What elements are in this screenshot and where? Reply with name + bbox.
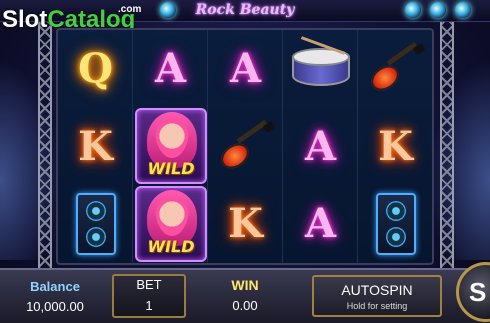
symbol-a: A	[283, 185, 358, 263]
symbol-a-letter: A	[304, 123, 337, 170]
drum-symbol	[290, 36, 352, 94]
guitar-body	[215, 138, 254, 174]
guitar-body	[365, 60, 404, 96]
wild-label: WILD	[147, 159, 195, 178]
guitar-icon	[208, 108, 283, 186]
spotlight-icon	[430, 2, 446, 18]
reel-2: A WILD WILD	[133, 30, 208, 263]
wild-label: WILD	[147, 237, 195, 256]
symbol-a: A	[208, 30, 283, 108]
spin-label: S	[469, 277, 487, 307]
logo-suffix: .com	[118, 4, 142, 15]
symbol-k-letter: K	[228, 200, 263, 247]
autospin-label: AUTOSPIN	[341, 282, 413, 298]
guitar-symbol	[215, 117, 276, 177]
symbol-k: K	[358, 108, 433, 186]
truss-left	[38, 0, 52, 270]
guitar-neck	[236, 119, 267, 144]
speaker-cone	[85, 201, 106, 221]
speaker-symbol	[75, 193, 116, 255]
guitar-icon	[358, 30, 433, 108]
drum-icon	[283, 30, 358, 108]
speaker-symbol	[375, 193, 416, 255]
symbol-a: A	[283, 108, 358, 186]
spotlight-icon	[405, 2, 421, 18]
wild-face	[155, 196, 189, 236]
symbol-a: A	[133, 30, 208, 108]
truss-right	[440, 0, 454, 270]
reel-4: A A	[283, 30, 358, 263]
wild-symbol: WILD	[135, 186, 207, 262]
symbol-a-letter: A	[229, 45, 262, 92]
autospin-hint: Hold for setting	[346, 301, 408, 311]
symbol-a-letter: A	[304, 200, 337, 247]
reel-1: Q K	[58, 30, 133, 263]
spotlight-icon	[455, 2, 471, 18]
guitar-symbol	[365, 39, 426, 99]
wild-face	[155, 118, 189, 158]
speaker-icon	[358, 185, 433, 263]
symbol-k-letter: K	[378, 123, 413, 170]
guitar-neck	[386, 41, 417, 66]
reel-grid: Q K A WILD WILD A K A A K	[56, 28, 434, 265]
speaker-icon	[58, 185, 133, 263]
symbol-q: Q	[58, 30, 133, 108]
symbol-q-letter: Q	[78, 45, 113, 92]
reel-3: A K	[208, 30, 283, 263]
spotlight-icon	[160, 2, 176, 18]
reel-5: K	[358, 30, 433, 263]
symbol-k: K	[58, 108, 133, 186]
win-value: 0.00	[232, 298, 258, 313]
stage-light-right	[430, 60, 490, 260]
symbol-k-letter: K	[78, 123, 113, 170]
bet-value: 1	[145, 298, 153, 313]
wild-symbol: WILD	[135, 108, 207, 184]
autospin-button[interactable]: AUTOSPIN Hold for setting	[312, 275, 442, 317]
game-stage: Rock Beauty SlotCatalog .com Q K A WILD	[0, 0, 490, 323]
symbol-a-letter: A	[154, 45, 187, 92]
speaker-cone	[385, 227, 406, 247]
bet-label: BET	[136, 277, 162, 292]
symbol-k: K	[208, 185, 283, 263]
logo-slot: Slot	[2, 6, 48, 33]
balance-label: Balance	[30, 279, 80, 294]
game-title: Rock Beauty	[195, 2, 295, 18]
balance-value: 10,000.00	[26, 299, 84, 314]
win-label: WIN	[231, 277, 259, 293]
speaker-cone	[85, 227, 106, 247]
speaker-cone	[385, 201, 406, 221]
